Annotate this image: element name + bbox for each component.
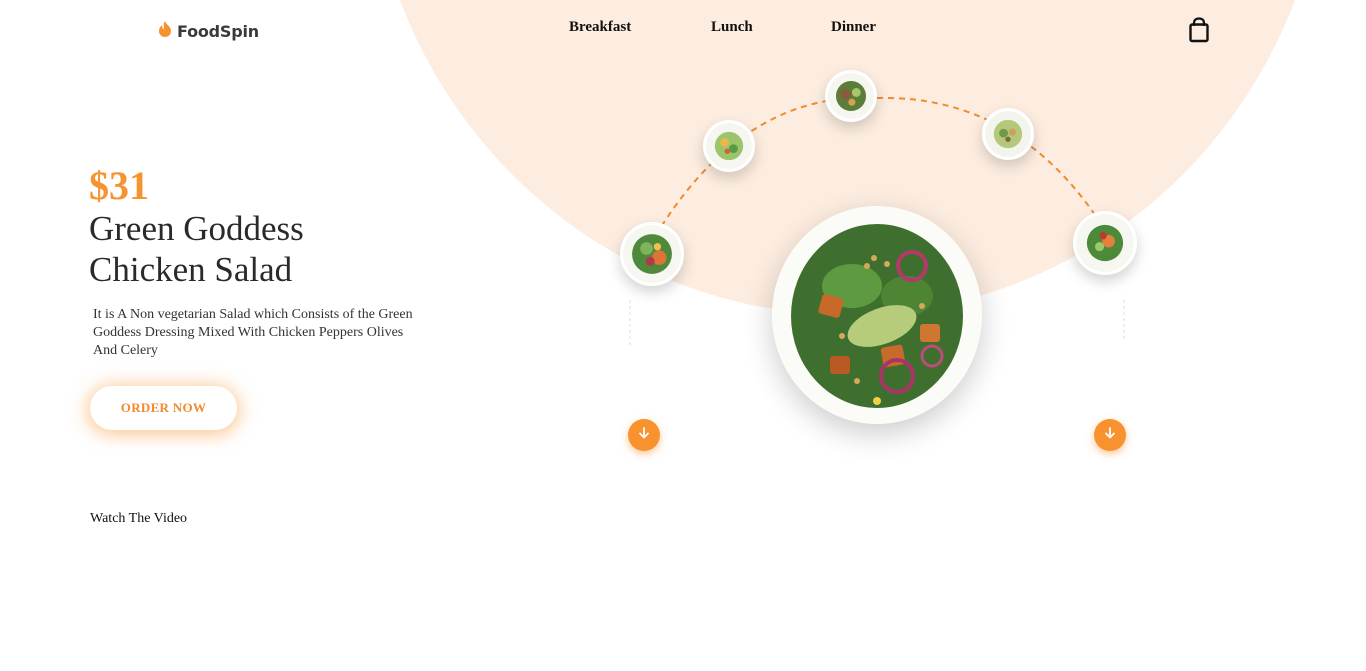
product-title-line1: Green Goddess (89, 209, 304, 248)
product-description: It is A Non vegetarian Salad which Consi… (93, 307, 413, 358)
featured-dish-image (772, 206, 982, 424)
dish-thumbnail[interactable] (1073, 211, 1137, 275)
dish-thumbnail[interactable] (620, 222, 684, 286)
dish-thumbnail[interactable] (825, 70, 877, 122)
carousel-prev-button[interactable] (628, 419, 660, 451)
arrow-down-icon (1103, 426, 1117, 445)
order-now-button[interactable]: ORDER NOW (90, 386, 237, 430)
dish-thumbnail[interactable] (703, 120, 755, 172)
dish-thumbnail[interactable] (982, 108, 1034, 160)
nav-item-lunch[interactable]: Lunch (711, 19, 753, 36)
product-price: $31 (89, 163, 149, 208)
shopping-bag-icon (1188, 17, 1210, 47)
cart-button[interactable] (1188, 17, 1210, 48)
brand-logo[interactable]: FoodSpin (157, 20, 259, 43)
nav-item-breakfast[interactable]: Breakfast (569, 19, 631, 36)
arrow-down-icon (637, 426, 651, 445)
product-title: Green Goddess Chicken Salad (89, 208, 304, 290)
flame-icon (157, 20, 173, 43)
product-title-line2: Chicken Salad (89, 250, 293, 289)
carousel-next-button[interactable] (1094, 419, 1126, 451)
watch-video-link[interactable]: Watch The Video (90, 511, 187, 527)
nav-item-dinner[interactable]: Dinner (831, 19, 876, 36)
brand-name: FoodSpin (177, 22, 259, 41)
